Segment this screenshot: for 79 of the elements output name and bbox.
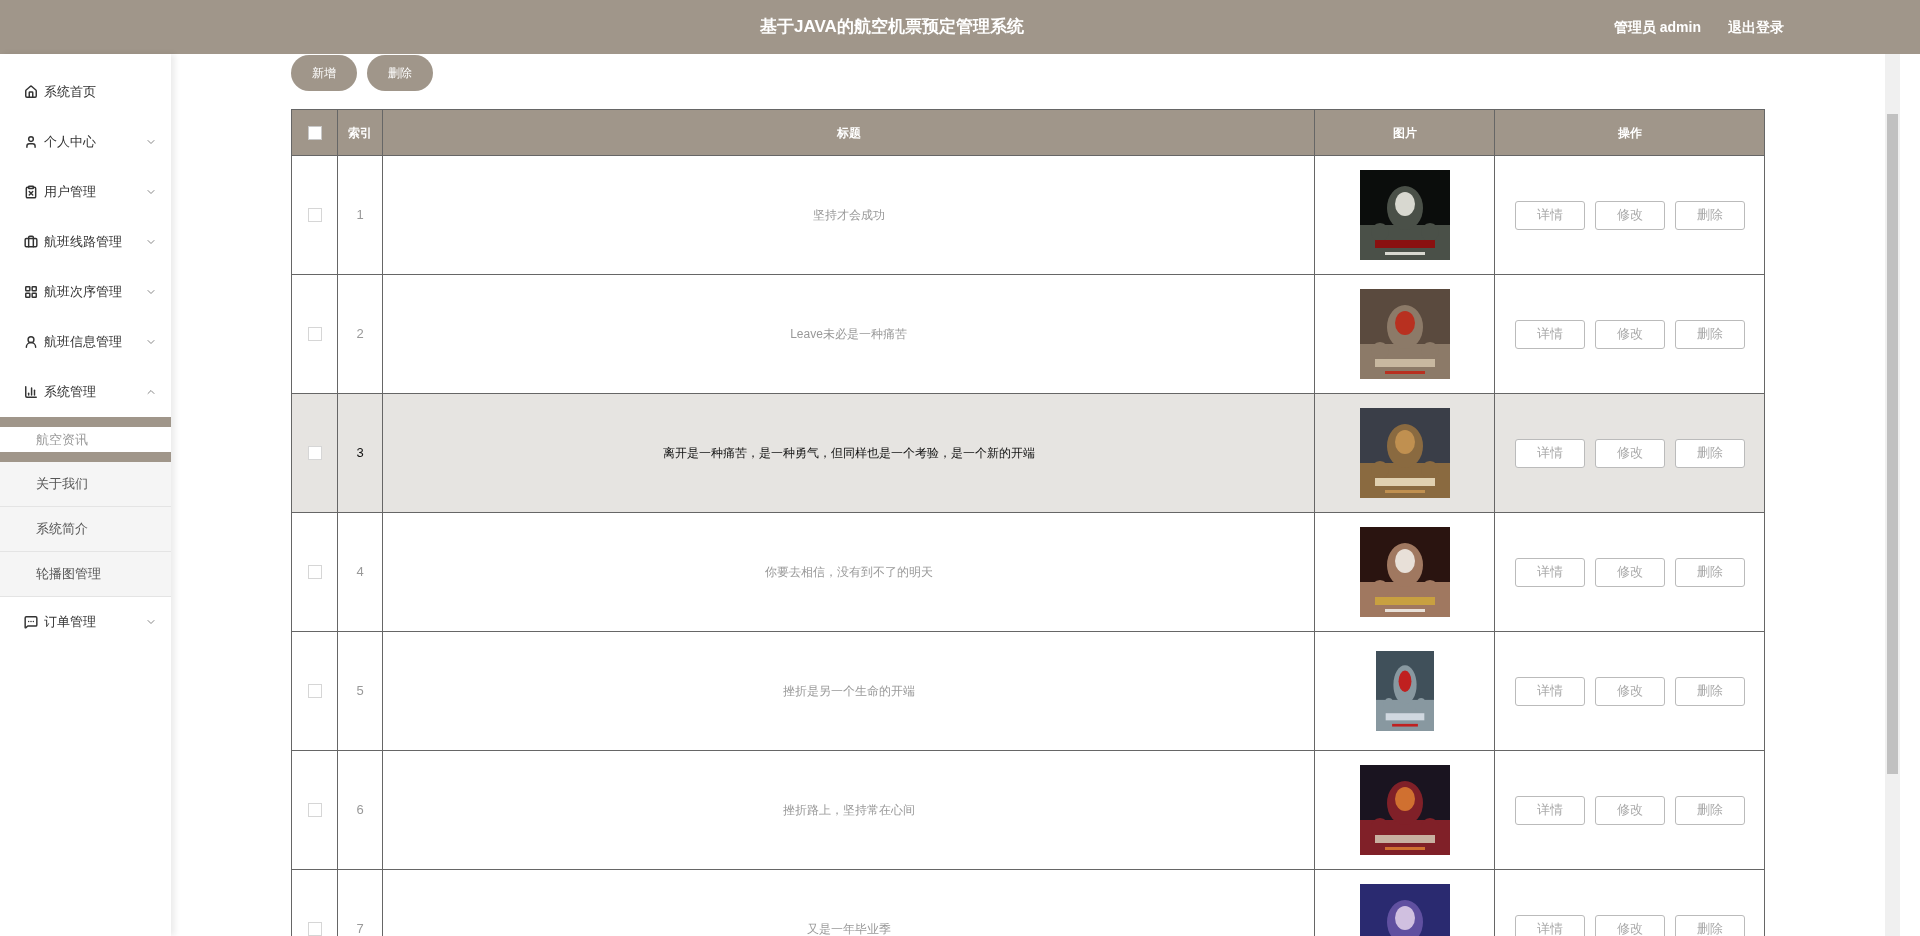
checkbox[interactable]	[307, 125, 322, 140]
title-cell: 挫折是另一个生命的开端	[782, 684, 915, 698]
menu-item[interactable]: 系统首页	[0, 67, 171, 117]
details-button[interactable]: 详情	[1514, 319, 1585, 349]
table-row[interactable]: 5 挫折是另一个生命的开端 详情 修改 删除	[291, 631, 1765, 751]
bar-chart-icon	[24, 385, 38, 399]
app-title: 基于JAVA的航空机票预定管理系统	[760, 16, 1024, 39]
details-button[interactable]: 详情	[1514, 200, 1585, 230]
add-button[interactable]: 新增	[291, 55, 357, 91]
title-cell: 又是一年毕业季	[806, 922, 891, 936]
menu-item[interactable]: 系统管理	[0, 367, 171, 417]
index-cell: 6	[356, 802, 364, 818]
title-cell: 离开是一种痛苦，是一种勇气，但同样也是一个考验，是一个新的开端	[662, 446, 1035, 460]
checkbox[interactable]	[307, 565, 322, 579]
index-cell: 1	[356, 207, 364, 223]
table-row[interactable]: 7 又是一年毕业季 详情 修改 删除	[291, 869, 1765, 936]
table-row[interactable]: 6 挫折路上，坚持常在心间 详情 修改 删除	[291, 750, 1765, 870]
chat-icon	[24, 615, 38, 629]
table-row[interactable]: 2 Leave未必是一种痛苦 详情 修改 删除	[291, 274, 1765, 394]
column-header: 标题	[836, 125, 861, 140]
home-icon	[24, 85, 38, 99]
title-cell: 挫折路上，坚持常在心间	[782, 803, 915, 817]
delete-button[interactable]: 删除	[1674, 676, 1745, 706]
details-button[interactable]: 详情	[1514, 795, 1585, 825]
menu-item[interactable]: 航班次序管理	[0, 267, 171, 317]
edit-button[interactable]: 修改	[1594, 200, 1665, 230]
edit-button[interactable]: 修改	[1594, 795, 1665, 825]
details-button[interactable]: 详情	[1514, 676, 1585, 706]
delete-button[interactable]: 删除	[367, 55, 433, 91]
menu-item[interactable]: 订单管理	[0, 597, 171, 647]
index-cell: 5	[356, 683, 364, 699]
menu-item[interactable]: 个人中心	[0, 117, 171, 167]
submenu-item[interactable]: 系统简介	[0, 507, 171, 552]
details-button[interactable]: 详情	[1514, 557, 1585, 587]
submenu-item[interactable]: 轮播图管理	[0, 552, 171, 597]
edit-button[interactable]: 修改	[1594, 557, 1665, 587]
delete-button[interactable]: 删除	[1674, 319, 1745, 349]
table-row[interactable]: 1 坚持才会成功 详情 修改 删除	[291, 155, 1765, 275]
menu-item[interactable]: 用户管理	[0, 167, 171, 217]
details-button[interactable]: 详情	[1514, 914, 1585, 936]
index-cell: 3	[356, 445, 364, 461]
grid-icon	[24, 285, 38, 299]
delete-button[interactable]: 删除	[1674, 557, 1745, 587]
delete-button[interactable]: 删除	[1674, 200, 1745, 230]
user-label: 管理员 admin	[1613, 17, 1701, 37]
delete-button[interactable]: 删除	[1674, 795, 1745, 825]
index-cell: 2	[356, 326, 364, 342]
title-cell: Leave未必是一种痛苦	[790, 327, 907, 341]
checkbox[interactable]	[307, 803, 322, 817]
edit-button[interactable]: 修改	[1594, 676, 1665, 706]
details-button[interactable]: 详情	[1514, 438, 1585, 468]
edit-button[interactable]: 修改	[1594, 319, 1665, 349]
edit-button[interactable]: 修改	[1594, 438, 1665, 468]
title-cell: 你要去相信，没有到不了的明天	[764, 565, 933, 579]
column-header: 索引	[348, 125, 372, 140]
logout-link[interactable]: 退出登录	[1728, 16, 1784, 38]
checkbox[interactable]	[307, 208, 322, 222]
index-cell: 4	[356, 564, 364, 580]
delete-button[interactable]: 删除	[1674, 438, 1745, 468]
index-cell: 7	[356, 921, 364, 936]
menu-item[interactable]: 航班线路管理	[0, 217, 171, 267]
column-header: 图片	[1392, 125, 1417, 140]
column-header: 操作	[1617, 125, 1642, 140]
delete-button[interactable]: 删除	[1674, 914, 1745, 936]
briefcase-icon	[24, 235, 38, 249]
clipboard-icon	[24, 185, 38, 199]
checkbox[interactable]	[307, 684, 322, 698]
edit-button[interactable]: 修改	[1594, 914, 1665, 936]
checkbox[interactable]	[307, 327, 322, 341]
checkbox[interactable]	[307, 922, 322, 936]
title-cell: 坚持才会成功	[812, 208, 885, 222]
user-icon	[24, 135, 38, 149]
menu-item[interactable]: 航班信息管理	[0, 317, 171, 367]
submenu-item[interactable]: 航空资讯	[0, 417, 171, 462]
person-icon	[24, 335, 38, 349]
table-row[interactable]: 3 离开是一种痛苦，是一种勇气，但同样也是一个考验，是一个新的开端 详情 修改 删除	[291, 393, 1765, 513]
table-row[interactable]: 4 你要去相信，没有到不了的明天 详情 修改 删除	[291, 512, 1765, 632]
submenu-item[interactable]: 关于我们	[0, 462, 171, 507]
checkbox[interactable]	[307, 446, 322, 460]
